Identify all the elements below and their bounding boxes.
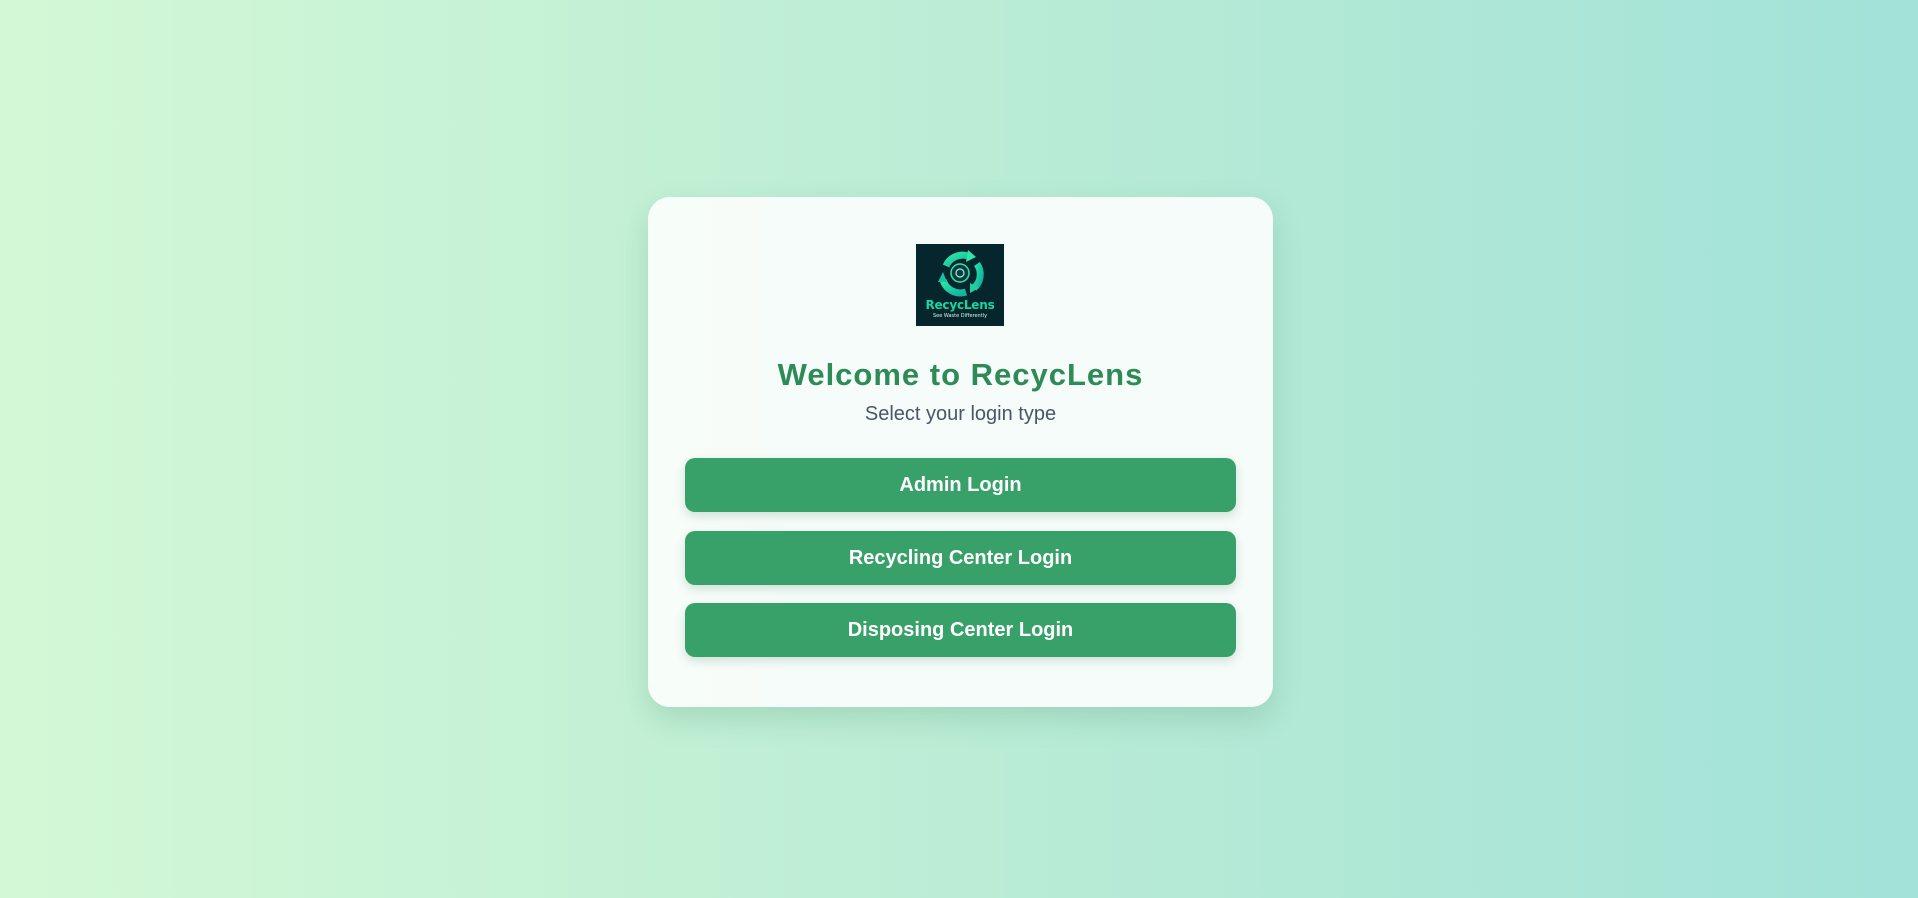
disposing-center-login-button[interactable]: Disposing Center Login [685,603,1236,657]
recycling-center-login-button[interactable]: Recycling Center Login [685,531,1236,585]
logo-wordmark: RecycLens [925,298,995,312]
page-subtitle: Select your login type [864,403,1057,425]
admin-login-button[interactable]: Admin Login [685,458,1236,512]
page-title: Welcome to RecycLens [777,357,1144,392]
logo-tagline: See Waste Differently [932,313,988,319]
recyclens-logo: RecycLens See Waste Differently [916,244,1004,326]
login-card: RecycLens See Waste Differently Welcome … [648,197,1273,707]
